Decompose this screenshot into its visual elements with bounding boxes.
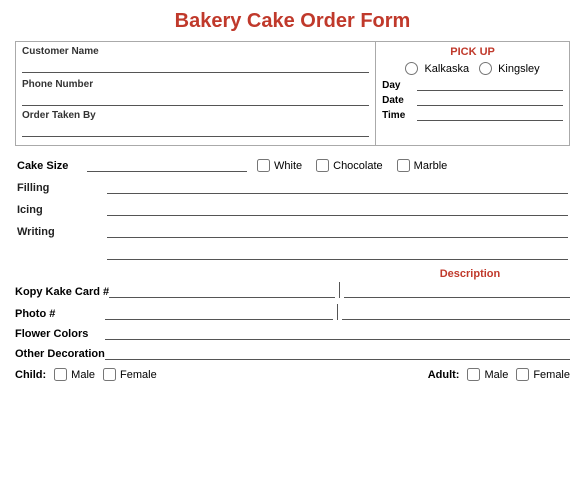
kopy-kake-divider	[339, 282, 340, 298]
marble-label: Marble	[414, 160, 448, 172]
child-female-text: Female	[120, 369, 157, 381]
day-field[interactable]	[417, 79, 563, 91]
photo-field1[interactable]	[105, 306, 333, 320]
photo-label: Photo #	[15, 308, 105, 320]
cake-type-checkboxes: White Chocolate Marble	[257, 159, 447, 172]
day-label: Day	[382, 80, 417, 91]
flower-colors-row: Flower Colors	[15, 326, 570, 340]
pickup-options: Kalkaska Kingsley	[382, 62, 563, 75]
adult-male-checkbox[interactable]	[467, 368, 480, 381]
kingsley-label: Kingsley	[498, 63, 540, 75]
desc-header-row: Description	[15, 268, 570, 280]
date-field[interactable]	[417, 94, 563, 106]
customer-name-label: Customer Name	[22, 46, 369, 57]
filling-label: Filling	[17, 182, 107, 194]
marble-checkbox[interactable]	[397, 159, 410, 172]
time-field[interactable]	[417, 109, 563, 121]
cake-size-field[interactable]	[87, 158, 247, 172]
writing-row: Writing	[17, 224, 568, 238]
phone-number-line	[22, 92, 369, 106]
date-row: Date	[382, 94, 563, 106]
white-checkbox[interactable]	[257, 159, 270, 172]
adult-female-checkbox[interactable]	[516, 368, 529, 381]
page: Bakery Cake Order Form Customer Name Pho…	[0, 0, 585, 500]
adult-female-label[interactable]: Female	[516, 368, 570, 381]
writing-field[interactable]	[107, 224, 568, 238]
other-decoration-field[interactable]	[105, 346, 570, 360]
kingsley-option[interactable]: Kingsley	[479, 62, 540, 75]
photo-divider	[337, 304, 338, 320]
time-row: Time	[382, 109, 563, 121]
other-decoration-label: Other Decoration	[15, 348, 105, 360]
pickup-header: PICK UP	[382, 46, 563, 58]
photo-row: Photo #	[15, 304, 570, 320]
day-row: Day	[382, 79, 563, 91]
writing-label: Writing	[17, 226, 107, 238]
desc-section: Description Kopy Kake Card # Photo # Flo…	[15, 268, 570, 360]
adult-label: Adult:	[428, 369, 460, 381]
child-female-label[interactable]: Female	[103, 368, 157, 381]
child-male-text: Male	[71, 369, 95, 381]
page-title: Bakery Cake Order Form	[15, 10, 570, 33]
chocolate-checkbox-label[interactable]: Chocolate	[316, 159, 383, 172]
white-label: White	[274, 160, 302, 172]
order-taken-by-line	[22, 123, 369, 137]
chocolate-checkbox[interactable]	[316, 159, 329, 172]
child-female-checkbox[interactable]	[103, 368, 116, 381]
time-label: Time	[382, 110, 417, 121]
icing-row: Icing	[17, 202, 568, 216]
cake-size-label: Cake Size	[17, 160, 87, 172]
child-label: Child:	[15, 369, 46, 381]
kopy-kake-row: Kopy Kake Card #	[15, 282, 570, 298]
bottom-row: Child: Male Female Adult: Male Female	[15, 368, 570, 381]
kalkaska-option[interactable]: Kalkaska	[405, 62, 469, 75]
form-section: Cake Size White Chocolate Marble Filling	[15, 158, 570, 260]
filling-row: Filling	[17, 180, 568, 194]
phone-number-label: Phone Number	[22, 79, 369, 90]
chocolate-label: Chocolate	[333, 160, 383, 172]
white-checkbox-label[interactable]: White	[257, 159, 302, 172]
description-header: Description	[370, 268, 570, 280]
kopy-kake-field2[interactable]	[344, 284, 570, 298]
adult-female-text: Female	[533, 369, 570, 381]
extra-row	[17, 246, 568, 260]
icing-field[interactable]	[107, 202, 568, 216]
date-label: Date	[382, 95, 417, 106]
flower-colors-field[interactable]	[105, 326, 570, 340]
filling-field[interactable]	[107, 180, 568, 194]
day-date-time-section: Day Date Time	[382, 79, 563, 121]
marble-checkbox-label[interactable]: Marble	[397, 159, 448, 172]
photo-field2[interactable]	[342, 306, 570, 320]
icing-label: Icing	[17, 204, 107, 216]
kopy-kake-field1[interactable]	[109, 284, 335, 298]
adult-male-text: Male	[484, 369, 508, 381]
adult-male-label[interactable]: Male	[467, 368, 508, 381]
top-info-table: Customer Name Phone Number Order Taken B…	[15, 41, 570, 146]
child-male-label[interactable]: Male	[54, 368, 95, 381]
kingsley-radio[interactable]	[479, 62, 492, 75]
other-decoration-row: Other Decoration	[15, 346, 570, 360]
child-male-checkbox[interactable]	[54, 368, 67, 381]
kalkaska-radio[interactable]	[405, 62, 418, 75]
order-taken-by-label: Order Taken By	[22, 110, 369, 121]
kalkaska-label: Kalkaska	[424, 63, 469, 75]
cake-size-row: Cake Size White Chocolate Marble	[17, 158, 568, 172]
kopy-kake-label: Kopy Kake Card #	[15, 286, 109, 298]
extra-field[interactable]	[107, 246, 568, 260]
flower-colors-label: Flower Colors	[15, 328, 105, 340]
customer-name-line	[22, 59, 369, 73]
